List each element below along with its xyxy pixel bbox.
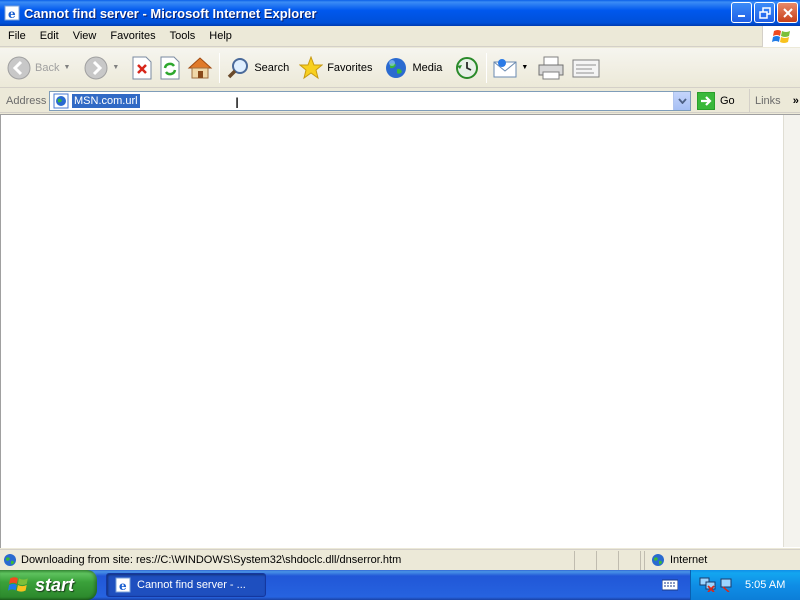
menu-bar: File Edit View Favorites Tools Help <box>0 26 800 47</box>
taskbar-item-label: Cannot find server - ... <box>137 579 246 591</box>
menu-help[interactable]: Help <box>202 26 239 47</box>
address-input[interactable]: MSN.com.url I <box>49 91 691 112</box>
internet-zone-icon <box>652 554 664 566</box>
start-label: start <box>35 574 75 595</box>
address-value: MSN.com.url <box>72 94 140 108</box>
media-globe-icon <box>386 57 407 78</box>
text-cursor-icon: I <box>235 96 240 112</box>
status-main: Downloading from site: res://C:\WINDOWS\… <box>0 550 575 570</box>
address-label: Address <box>6 94 47 107</box>
vertical-scrollbar[interactable] <box>783 115 800 547</box>
status-cell <box>597 550 619 570</box>
back-arrow-icon <box>7 56 31 79</box>
home-button[interactable] <box>184 50 216 86</box>
forward-dropdown-icon[interactable]: ▼ <box>112 64 119 71</box>
menu-file[interactable]: File <box>0 26 33 47</box>
svg-text:e: e <box>8 7 16 21</box>
search-icon <box>228 57 249 78</box>
go-label: Go <box>720 95 735 107</box>
window-controls <box>731 2 798 23</box>
security-zone: Internet <box>645 551 707 570</box>
back-button[interactable]: Back ▼ <box>4 50 73 86</box>
windows-logo-icon <box>762 26 800 47</box>
standard-toolbar: Back ▼ ▼ Search Favorites Media ▼ <box>0 48 800 88</box>
refresh-button[interactable] <box>156 50 184 86</box>
address-dropdown-button[interactable] <box>673 92 690 110</box>
edit-button[interactable] <box>569 50 603 86</box>
page-content[interactable] <box>0 114 800 548</box>
system-tray: 5:05 AM <box>690 570 800 600</box>
chevron-right-icon[interactable]: » <box>793 95 799 107</box>
network-icon[interactable] <box>699 576 717 595</box>
wireless-icon[interactable] <box>719 576 733 595</box>
toolbar-separator <box>219 52 221 83</box>
menu-edit[interactable]: Edit <box>33 26 66 47</box>
close-button[interactable] <box>777 2 798 23</box>
title-bar[interactable]: e Cannot find server - Microsoft Interne… <box>0 0 800 26</box>
restore-button[interactable] <box>754 2 775 23</box>
history-button[interactable] <box>451 50 483 86</box>
taskbar-item-ie[interactable]: e Cannot find server - ... <box>106 573 266 597</box>
zone-label: Internet <box>670 554 708 566</box>
download-globe-icon <box>4 554 16 566</box>
start-button[interactable]: start <box>0 570 97 600</box>
mail-icon <box>493 58 517 77</box>
history-icon <box>456 56 479 79</box>
restore-icon <box>758 6 771 19</box>
links-label: Links <box>755 95 781 107</box>
toolbar-separator <box>486 52 488 83</box>
favorites-button[interactable]: Favorites <box>296 50 375 86</box>
menu-favorites[interactable]: Favorites <box>103 26 162 47</box>
address-bar: Address MSN.com.url I Go Links » <box>0 89 800 113</box>
windows-flag-icon <box>8 577 28 592</box>
language-bar-icon[interactable] <box>661 578 679 595</box>
status-text: Downloading from site: res://C:\WINDOWS\… <box>21 554 402 566</box>
home-icon <box>188 56 213 78</box>
forward-arrow-icon <box>84 56 108 79</box>
favorites-star-icon <box>299 55 324 79</box>
status-progress-cell <box>575 550 597 570</box>
chevron-down-icon <box>677 98 687 104</box>
status-bar: Downloading from site: res://C:\WINDOWS\… <box>0 549 800 570</box>
ie-icon: e <box>4 5 20 21</box>
mail-dropdown-icon[interactable]: ▼ <box>521 64 528 71</box>
go-arrow-icon <box>697 92 715 110</box>
minimize-button[interactable] <box>731 2 752 23</box>
status-cell <box>619 550 641 570</box>
print-button[interactable] <box>535 50 567 86</box>
media-label: Media <box>412 61 443 74</box>
stop-button[interactable] <box>128 50 156 86</box>
favorites-label: Favorites <box>327 61 373 74</box>
menu-view[interactable]: View <box>66 26 104 47</box>
edit-page-icon <box>572 59 600 77</box>
page-icon <box>53 93 69 109</box>
clock[interactable]: 5:05 AM <box>745 579 785 591</box>
back-label: Back <box>35 61 60 74</box>
refresh-icon <box>160 56 180 79</box>
mail-button[interactable]: ▼ <box>490 50 531 86</box>
search-label: Search <box>254 61 290 74</box>
close-icon <box>782 7 793 18</box>
window-title: Cannot find server - Microsoft Internet … <box>24 5 317 21</box>
back-dropdown-icon[interactable]: ▼ <box>63 64 70 71</box>
svg-text:e: e <box>119 579 127 593</box>
search-button[interactable]: Search <box>223 50 292 86</box>
printer-icon <box>538 56 564 79</box>
stop-icon <box>132 56 152 79</box>
links-toolbar[interactable]: Links » <box>749 89 799 113</box>
media-button[interactable]: Media <box>381 50 445 86</box>
minimize-icon <box>737 14 745 17</box>
go-button[interactable]: Go <box>697 92 735 110</box>
taskbar: start e Cannot find server - ... 5:05 AM <box>0 570 800 600</box>
menu-tools[interactable]: Tools <box>163 26 203 47</box>
ie-icon: e <box>115 577 131 593</box>
forward-button[interactable]: ▼ <box>81 50 122 86</box>
